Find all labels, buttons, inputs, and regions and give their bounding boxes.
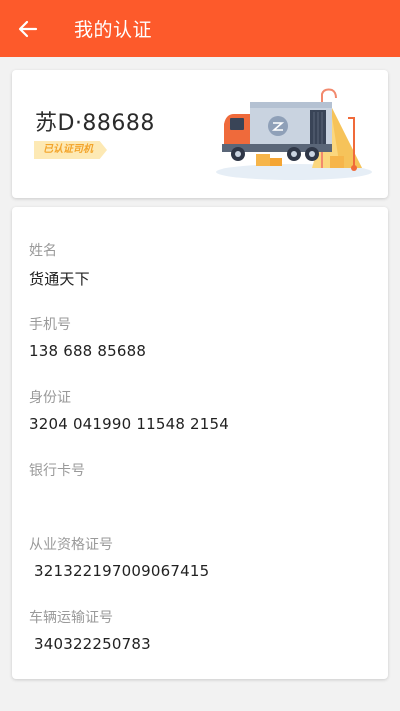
transport-cert-label: 车辆运输证号 [29,610,113,626]
name-label: 姓名 [29,243,57,259]
license-plate: 苏D·88688 [35,111,155,136]
name-field: 姓名 货通天下 [29,240,90,289]
app-bar: 我的认证 [0,0,400,57]
bank-card-label: 银行卡号 [29,463,85,479]
qualification-cert-label: 从业资格证号 [29,537,113,553]
phone-field: 手机号 138 688 85688 [29,314,146,360]
phone-value: 138 688 85688 [29,342,147,360]
qualification-cert-value: 321322197009067415 [29,562,210,580]
id-card-label: 身份证 [29,390,71,406]
vehicle-card: 苏D·88688 已认证司机 [12,70,388,198]
qualification-cert-field: 从业资格证号 321322197009067415 [29,534,209,580]
back-button[interactable] [0,0,56,57]
id-card-field: 身份证 3204 041990 11548 2154 [29,387,229,433]
phone-label: 手机号 [29,317,71,333]
bank-card-field: 银行卡号 [29,460,85,488]
page-title: 我的认证 [74,19,153,41]
verified-driver-badge: 已认证司机 [34,141,107,159]
truck-illustration [216,88,372,180]
name-value: 货通天下 [29,270,90,288]
info-card: 姓名 货通天下 手机号 138 688 85688 身份证 3204 04199… [12,207,388,679]
id-card-value: 3204 041990 11548 2154 [29,415,230,433]
transport-cert-field: 车辆运输证号 340322250783 [29,607,151,653]
transport-cert-value: 340322250783 [29,635,151,653]
arrow-left-icon [18,20,38,37]
